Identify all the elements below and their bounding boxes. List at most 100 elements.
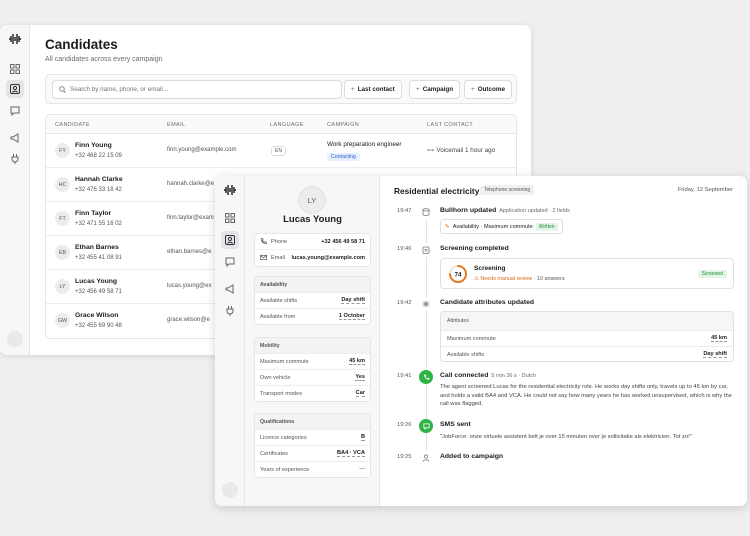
avatar: EB xyxy=(55,245,70,260)
filter-outcome-button[interactable]: + Outcome xyxy=(464,80,512,99)
nav-rail xyxy=(0,25,30,355)
attribute-row[interactable]: Available shifts Day shift xyxy=(441,346,733,361)
candidates-icon[interactable] xyxy=(6,80,24,98)
avatar: FY xyxy=(55,143,70,158)
candidate-name: Ethan Barnes xyxy=(75,244,119,251)
attribute-row[interactable]: Maximum commute 45 km xyxy=(441,330,733,346)
status-badge: Screened xyxy=(697,270,727,278)
candidate-email: grace.wilson@e xyxy=(167,317,210,323)
column-header: CANDIDATE xyxy=(55,122,90,128)
attribute-row[interactable]: Certificates BA4 · VCA xyxy=(255,445,370,461)
candidate-name: Hannah Clarke xyxy=(75,176,123,183)
status-badge: Contacting xyxy=(327,153,360,161)
plus-icon: + xyxy=(351,86,355,93)
candidate-email: hannah.clarke@e xyxy=(167,181,215,187)
candidate-name: Lucas Young xyxy=(75,278,118,285)
pencil-icon: ✎ xyxy=(445,223,450,230)
event-time: 19:46 xyxy=(397,246,412,252)
page-subtitle: All candidates across every campaign xyxy=(45,56,163,63)
table-header: CANDIDATE EMAIL LANGUAGE CAMPAIGN LAST C… xyxy=(46,115,516,134)
event-time: 19:41 xyxy=(397,373,412,379)
user-avatar[interactable] xyxy=(7,331,23,347)
mobility-section: Mobility Maximum commute 45 km Own vehicl… xyxy=(254,337,371,402)
column-header: LAST CONTACT xyxy=(427,122,474,128)
candidate-phone: +32 455 69 90 48 xyxy=(75,323,122,329)
attributes-card: Attributes Maximum commute 45 km Availabl… xyxy=(440,311,734,362)
candidate-email: finn.young@example.com xyxy=(167,147,237,153)
call-summary: The agent screened Lucas for the residen… xyxy=(440,384,732,407)
campaign-title: Residential electricity xyxy=(394,186,480,196)
campaigns-icon[interactable] xyxy=(221,280,239,298)
phone-row[interactable]: Phone +32 456 49 58 71 xyxy=(255,234,370,250)
event-title: Candidate attributes updated xyxy=(440,299,535,306)
avatar: LY xyxy=(298,186,326,214)
timeline-date: Friday, 12 September xyxy=(677,187,733,193)
last-contact: ⌁⌁ Voicemail 1 hour ago xyxy=(427,147,496,154)
attribute-row[interactable]: Transport modes Car xyxy=(255,385,370,401)
campaign-name: Work preparation engineer xyxy=(327,141,402,148)
logo-icon xyxy=(9,34,21,44)
search-input[interactable] xyxy=(70,86,330,93)
sms-text: "JobForce: onze virtuele assistent belt … xyxy=(440,434,692,440)
person-icon xyxy=(419,451,433,465)
integrations-icon[interactable] xyxy=(6,150,24,168)
attribute-row[interactable]: Maximum commute 45 km xyxy=(255,353,370,369)
search-box[interactable] xyxy=(52,80,342,99)
email-value: lucas.young@example.com xyxy=(291,255,365,261)
campaign-type-badge: Telephone screening xyxy=(480,185,535,195)
event-time: 19:26 xyxy=(397,422,412,428)
dashboard-icon[interactable] xyxy=(221,209,239,227)
attribute-row[interactable]: Years of experience — xyxy=(255,461,370,477)
column-header: CAMPAIGN xyxy=(327,122,360,128)
messages-icon[interactable] xyxy=(6,102,24,120)
candidate-name: Finn Young xyxy=(75,142,112,149)
avatar: GW xyxy=(55,313,70,328)
email-row[interactable]: Email lucas.young@example.com xyxy=(255,250,370,266)
candidate-detail-window: LY Lucas Young Phone +32 456 49 58 71 Em… xyxy=(215,176,747,506)
page-title: Candidates xyxy=(45,37,118,52)
language-badge: EN xyxy=(271,146,286,156)
messages-icon[interactable] xyxy=(221,253,239,271)
avatar: LY xyxy=(55,279,70,294)
attribute-row[interactable]: Available shifts Day shift xyxy=(255,292,370,308)
sms-icon xyxy=(419,419,433,433)
attribute-row[interactable]: Own vehicle Yes xyxy=(255,369,370,385)
updated-fields-chip[interactable]: ✎ Availability · Maximum commute Written xyxy=(440,219,563,234)
timeline-panel: Residential electricity Telephone screen… xyxy=(381,176,747,506)
attribute-row[interactable]: Licence categories B xyxy=(255,429,370,445)
database-icon xyxy=(419,205,433,219)
attribute-row[interactable]: Available from 1 October xyxy=(255,308,370,324)
integrations-icon[interactable] xyxy=(221,302,239,320)
screening-card[interactable]: 74 Screening ⚠ Needs manual review · 10 … xyxy=(440,258,734,289)
campaigns-icon[interactable] xyxy=(6,129,24,147)
score-ring: 74 xyxy=(449,265,467,283)
candidate-name: Grace Wilson xyxy=(75,312,119,319)
candidate-email: ethan.barnes@e xyxy=(167,249,212,255)
screening-summary: ⚠ Needs manual review · 10 answers xyxy=(474,276,565,282)
table-row[interactable]: FY Finn Young +32 468 22 15 09 finn.youn… xyxy=(46,134,516,168)
plus-icon: + xyxy=(471,86,475,93)
phone-icon xyxy=(419,370,433,384)
contact-box: Phone +32 456 49 58 71 Email lucas.young… xyxy=(254,233,371,267)
clipboard-icon xyxy=(419,243,433,257)
availability-section: Availability Available shifts Day shift A… xyxy=(254,276,371,325)
candidate-phone: +32 476 33 18 42 xyxy=(75,187,122,193)
candidate-email: finn.taylor@exam xyxy=(167,215,214,221)
event-time: 19:42 xyxy=(397,300,412,306)
column-header: LANGUAGE xyxy=(270,122,304,128)
sparkle-icon xyxy=(419,297,433,311)
event-title: Screening completed xyxy=(440,245,509,252)
filter-last-contact-button[interactable]: + Last contact xyxy=(344,80,402,99)
screening-title: Screening xyxy=(474,265,506,272)
dashboard-icon[interactable] xyxy=(6,60,24,78)
profile-panel: LY Lucas Young Phone +32 456 49 58 71 Em… xyxy=(245,176,380,506)
candidate-email: lucas.young@ex xyxy=(167,283,212,289)
column-header: EMAIL xyxy=(167,122,186,128)
user-avatar[interactable] xyxy=(222,482,238,498)
candidate-phone: +32 456 49 58 71 xyxy=(75,289,122,295)
candidate-name: Finn Taylor xyxy=(75,210,112,217)
candidates-icon[interactable] xyxy=(221,231,239,249)
candidate-phone: +32 468 22 15 09 xyxy=(75,153,122,159)
candidate-name: Lucas Young xyxy=(283,214,342,225)
filter-campaign-button[interactable]: + Campaign xyxy=(409,80,461,99)
